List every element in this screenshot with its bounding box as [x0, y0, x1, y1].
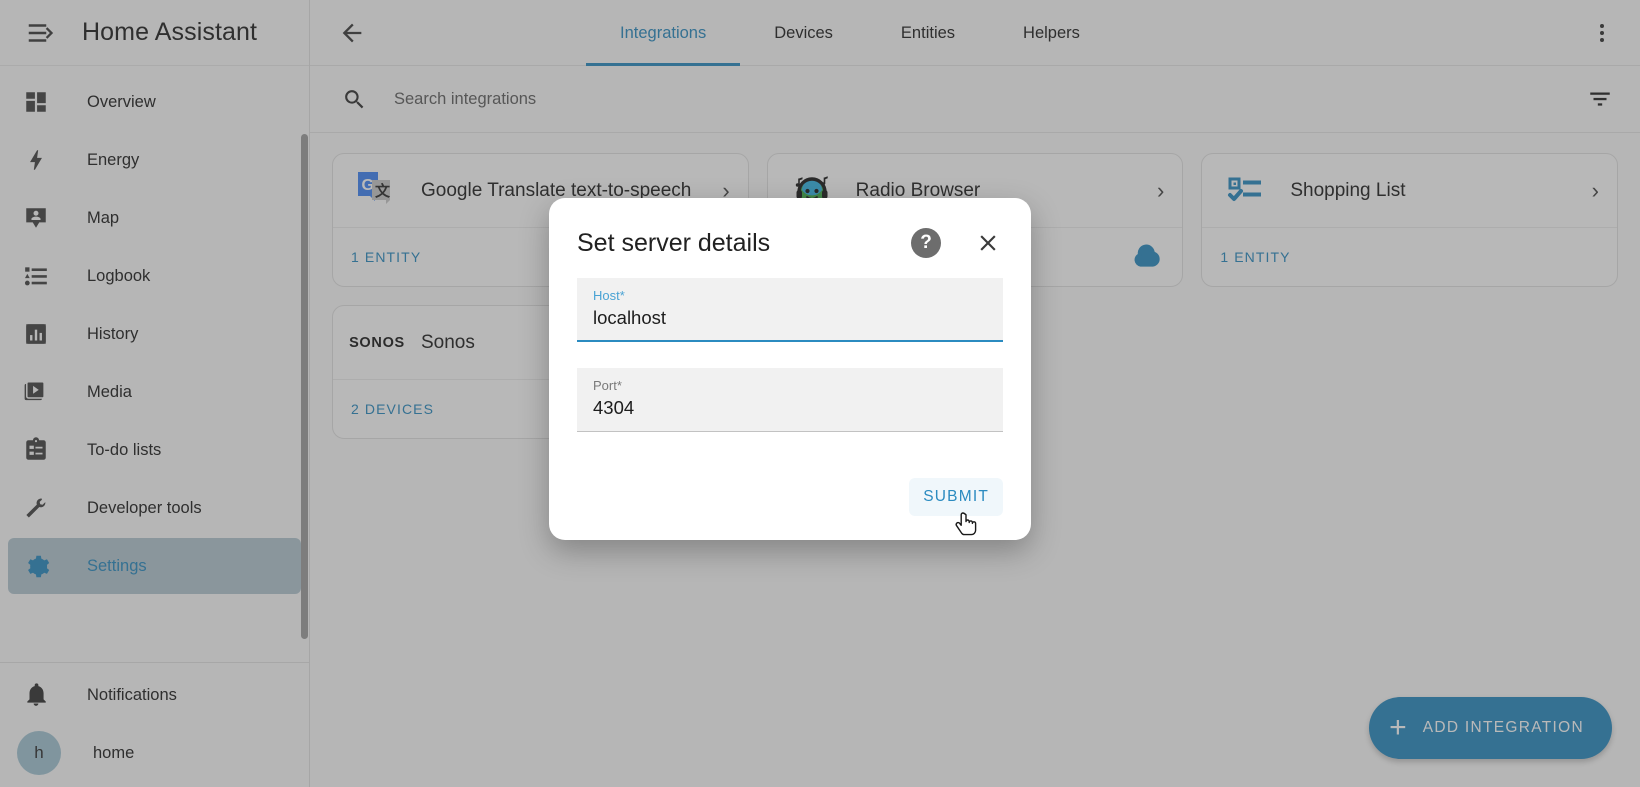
dialog-body: Host* localhost Port* 4304 [549, 268, 1031, 432]
help-circle-icon[interactable]: ? [911, 228, 941, 258]
port-field-label: Port* [593, 378, 622, 393]
port-field-value[interactable]: 4304 [593, 397, 987, 419]
submit-button[interactable]: SUBMIT [909, 478, 1003, 516]
host-field-value[interactable]: localhost [593, 307, 987, 329]
close-icon[interactable] [973, 228, 1003, 258]
host-field[interactable]: Host* localhost [577, 278, 1003, 342]
app-root: Home Assistant Overview Energy Map Logbo… [0, 0, 1640, 787]
dialog-title: Set server details [577, 228, 771, 257]
dialog-footer: SUBMIT [549, 458, 1031, 540]
host-field-label: Host* [593, 288, 625, 303]
dialog-header: Set server details ? [549, 198, 1031, 268]
port-field[interactable]: Port* 4304 [577, 368, 1003, 432]
set-server-details-dialog: Set server details ? Host* localhost Por… [549, 198, 1031, 540]
